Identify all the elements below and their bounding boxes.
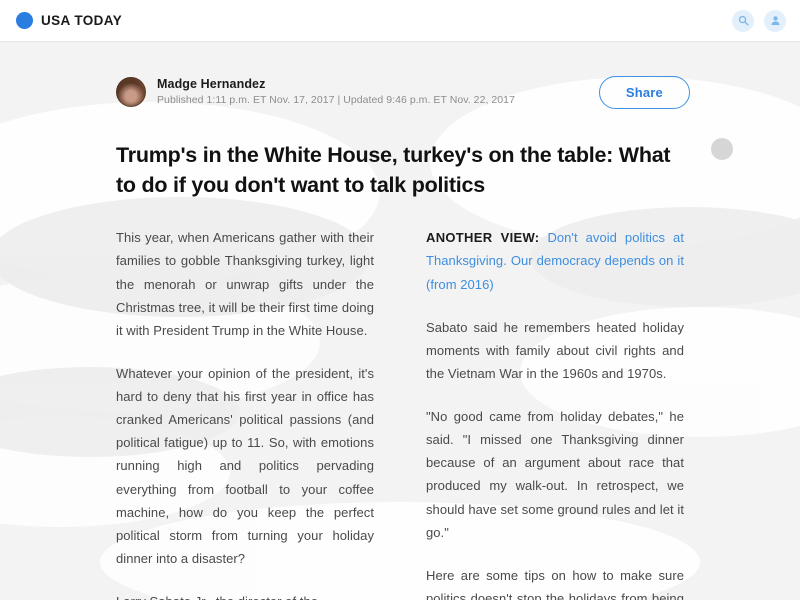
account-button[interactable] (764, 9, 786, 32)
paragraph: Sabato said he remembers heated holiday … (426, 319, 684, 381)
right-column: ANOTHER VIEW: Don't avoid politics at Th… (426, 226, 684, 600)
header-actions (732, 9, 786, 32)
usa-today-logo-icon (16, 12, 33, 29)
paragraph: Larry Sabato Jr., the director of the (116, 590, 374, 600)
another-view-callout: ANOTHER VIEW: Don't avoid politics at Th… (426, 226, 684, 295)
byline: Madge Hernandez Published 1:11 p.m. ET N… (116, 76, 515, 107)
paragraph: "No good came from holiday debates," he … (426, 409, 684, 540)
author-name[interactable]: Madge Hernandez (157, 76, 515, 92)
search-icon (738, 15, 749, 26)
share-button[interactable]: Share (598, 76, 690, 109)
scroll-position-indicator[interactable] (711, 138, 733, 160)
paragraph: This year, when Americans gather with th… (116, 230, 374, 338)
paragraph: Whatever your opinion of the president, … (116, 365, 374, 566)
byline-text: Madge Hernandez Published 1:11 p.m. ET N… (157, 76, 515, 107)
byline-row: Madge Hernandez Published 1:11 p.m. ET N… (116, 76, 690, 109)
page-title: Trump's in the White House, turkey's on … (116, 143, 671, 197)
brand-name: USA TODAY (41, 13, 123, 28)
left-column: This year, when Americans gather with th… (116, 226, 374, 600)
author-avatar (116, 76, 146, 107)
search-button[interactable] (732, 9, 754, 32)
article-columns: This year, when Americans gather with th… (116, 226, 690, 600)
article-body: Madge Hernandez Published 1:11 p.m. ET N… (0, 42, 800, 600)
another-view-kicker: ANOTHER VIEW: (426, 230, 540, 246)
paragraph: Here are some tips on how to make sure p… (426, 567, 684, 600)
publish-timestamp: Published 1:11 p.m. ET Nov. 17, 2017 | U… (157, 94, 515, 106)
user-account-icon (770, 15, 781, 26)
site-header: USA TODAY (0, 0, 800, 42)
brand-logo[interactable]: USA TODAY (16, 12, 122, 29)
